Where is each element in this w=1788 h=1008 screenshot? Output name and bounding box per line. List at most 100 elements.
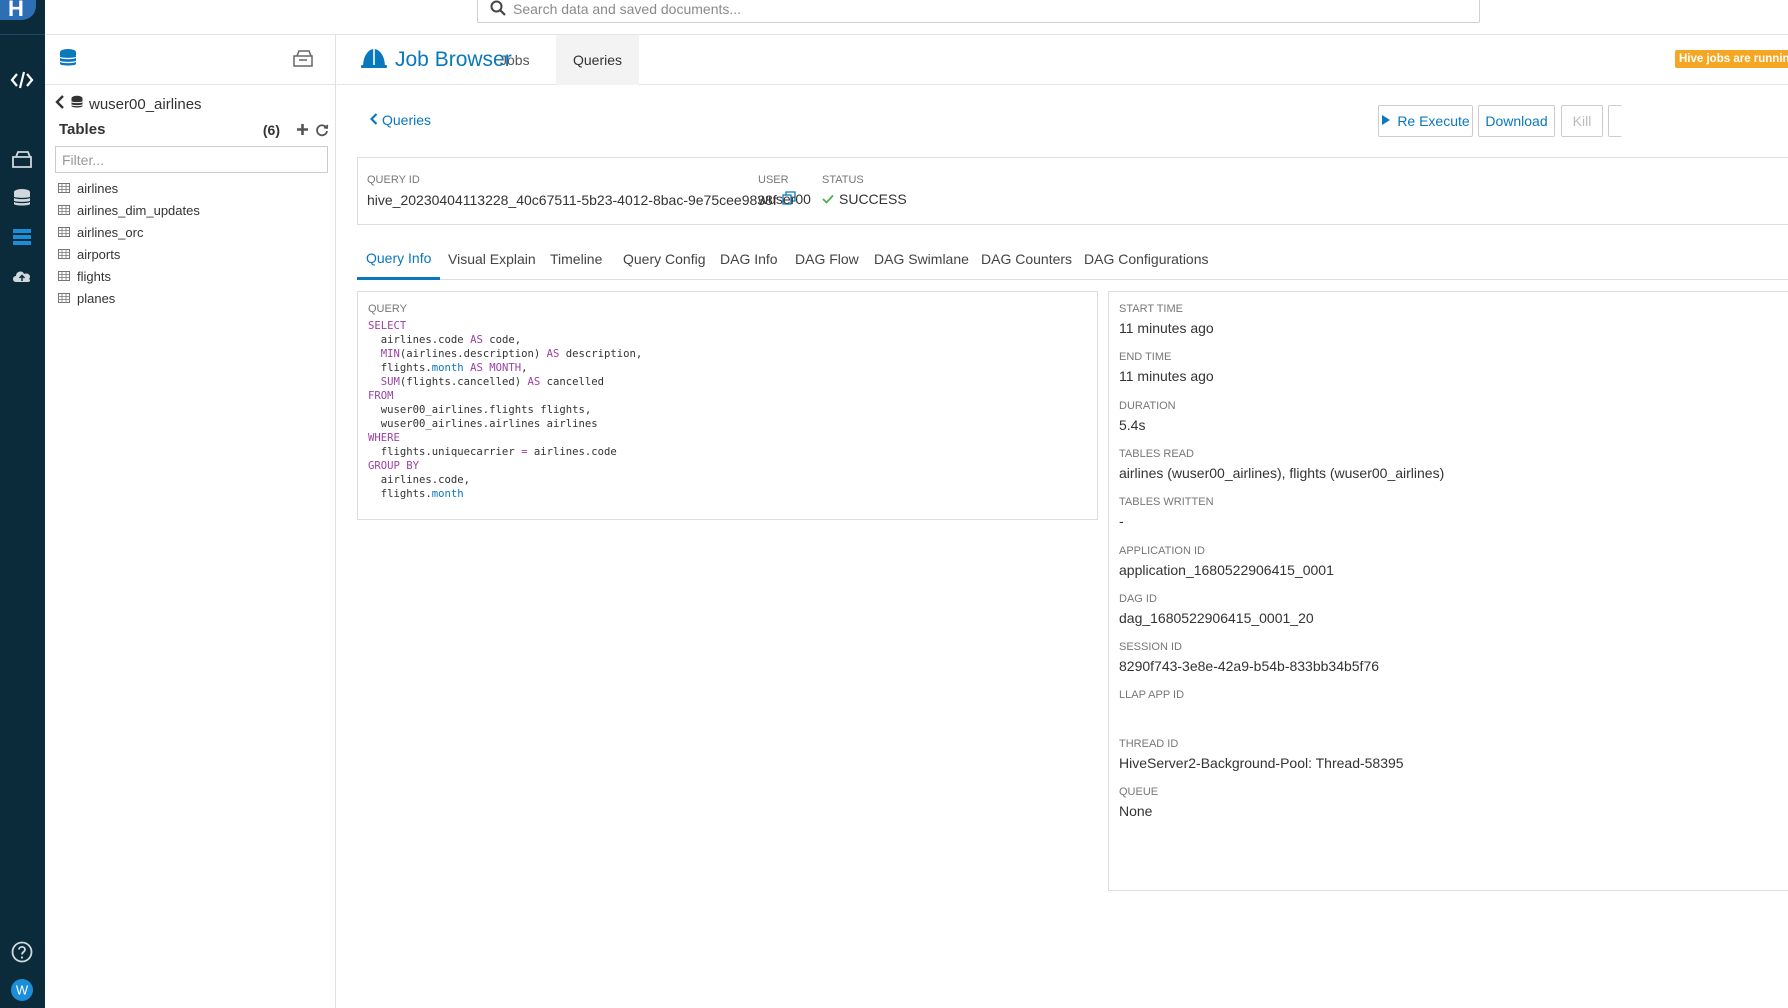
- app-rail: H W: [0, 0, 45, 1008]
- info-tables-written: TABLES WRITTEN -: [1119, 496, 1214, 529]
- info-value: 8290f743-3e8e-42a9-b54b-833bb34b5f76: [1119, 658, 1380, 675]
- nav-jobs[interactable]: Jobs: [486, 35, 544, 85]
- re-execute-button[interactable]: Re Execute: [1378, 105, 1473, 137]
- database-icon: [71, 95, 83, 113]
- chevron-left-icon[interactable]: [55, 95, 65, 113]
- table-icon: [58, 203, 70, 218]
- table-filter-input[interactable]: [55, 146, 328, 173]
- info-label: DURATION: [1119, 399, 1176, 412]
- documents-icon[interactable]: [7, 146, 37, 172]
- table-icon: [58, 181, 70, 196]
- user-avatar-icon[interactable]: W: [7, 977, 37, 1003]
- table-list: airlines airlines_dim_updates airlines_orc…: [58, 177, 200, 309]
- info-value: -: [1119, 513, 1124, 530]
- database-icon[interactable]: [59, 48, 77, 71]
- running-badge[interactable]: Hive jobs are running: [1675, 50, 1788, 68]
- query-text[interactable]: SELECT airlines.code AS code, MIN(airlin…: [368, 319, 1087, 501]
- check-icon: [822, 191, 834, 207]
- job-browser-header: Job Browser Jobs Queries Hive jobs are r…: [337, 35, 1788, 85]
- table-icon: [58, 225, 70, 240]
- info-thread-id: THREAD ID HiveServer2-Background-Pool: Th…: [1119, 738, 1404, 771]
- info-tables-read: TABLES READ airlines (wuser00_airlines), …: [1119, 448, 1444, 481]
- table-name: airlines: [77, 180, 119, 196]
- re-execute-label: Re Execute: [1397, 113, 1470, 129]
- database-breadcrumb[interactable]: wuser00_airlines: [55, 95, 202, 113]
- table-name: airlines_orc: [77, 224, 144, 240]
- tab-dag-flow[interactable]: DAG Flow: [795, 238, 859, 280]
- info-session-id: SESSION ID 8290f743-3e8e-42a9-b54b-833bb3…: [1119, 641, 1379, 674]
- info-label: THREAD ID: [1119, 737, 1179, 750]
- info-label: TABLES READ: [1119, 447, 1194, 460]
- query-info-panel: START TIME 11 minutes ago END TIME 11 minut…: [1108, 291, 1788, 891]
- nav-queries[interactable]: Queries: [556, 35, 640, 85]
- tab-dag-swimlane[interactable]: DAG Swimlane: [874, 238, 969, 280]
- chevron-left-icon: [369, 112, 378, 128]
- user-label: USER: [758, 174, 789, 186]
- detail-tabs: Query Info Visual Explain Timeline Query Co…: [357, 238, 1788, 280]
- info-start-time: START TIME 11 minutes ago: [1119, 303, 1214, 336]
- rail-divider: [0, 34, 45, 35]
- download-button[interactable]: Download: [1478, 105, 1555, 137]
- info-value: dag_1680522906415_0001_20: [1119, 609, 1314, 626]
- back-to-queries-link[interactable]: Queries: [369, 112, 431, 128]
- table-icon: [58, 291, 70, 306]
- table-list-item[interactable]: airports: [58, 243, 200, 265]
- info-value: airlines (wuser00_airlines), flights (wu…: [1119, 464, 1445, 481]
- tab-dag-info[interactable]: DAG Info: [720, 238, 778, 280]
- database-icon[interactable]: [7, 185, 37, 211]
- info-value: 5.4s: [1119, 416, 1146, 433]
- tables-header: Tables (6): [59, 121, 329, 138]
- search-input[interactable]: [513, 0, 1463, 21]
- status-value: SUCCESS: [839, 191, 907, 207]
- table-list-item[interactable]: planes: [58, 287, 200, 309]
- editor-icon[interactable]: [7, 67, 37, 93]
- help-icon[interactable]: [7, 939, 37, 965]
- plus-icon[interactable]: [296, 123, 309, 136]
- query-panel: QUERY SELECT airlines.code AS code, MIN(…: [357, 291, 1098, 520]
- hue-logo[interactable]: H: [0, 0, 36, 21]
- job-browser-logo-icon: [361, 47, 387, 72]
- query-id-value: hive_20230404113228_40c67511-5b23-4012-8…: [367, 191, 777, 208]
- table-icon: [58, 269, 70, 284]
- info-value: None: [1119, 803, 1153, 819]
- table-list-item[interactable]: flights: [58, 265, 200, 287]
- box-icon[interactable]: [292, 48, 314, 71]
- table-icon: [58, 247, 70, 262]
- tab-visual-explain[interactable]: Visual Explain: [448, 238, 536, 280]
- user-value: wuser00: [758, 191, 811, 207]
- info-label: TABLES WRITTEN: [1119, 496, 1214, 509]
- refresh-icon[interactable]: [315, 123, 329, 137]
- info-label: SESSION ID: [1119, 641, 1182, 654]
- user-field: USER wuser00: [758, 174, 811, 207]
- tab-dag-configurations[interactable]: DAG Configurations: [1084, 238, 1209, 280]
- assist-panel: wuser00_airlines Tables (6) airlinesairl…: [45, 35, 336, 1008]
- cloud-icon[interactable]: [7, 263, 37, 289]
- table-name: airlines_dim_updates: [77, 202, 200, 218]
- table-list-item[interactable]: airlines: [58, 177, 200, 199]
- jobs-icon[interactable]: [7, 224, 37, 250]
- global-search[interactable]: [477, 0, 1480, 23]
- more-button[interactable]: [1608, 105, 1622, 137]
- info-dag-id: DAG ID dag_1680522906415_0001_20: [1119, 593, 1314, 626]
- info-value: 11 minutes ago: [1119, 368, 1214, 385]
- table-name: planes: [77, 290, 116, 306]
- tab-dag-counters[interactable]: DAG Counters: [981, 238, 1072, 280]
- status-field: STATUS SUCCESS: [822, 174, 907, 207]
- database-name: wuser00_airlines: [89, 95, 202, 113]
- status-label: STATUS: [822, 174, 864, 186]
- svg-text:W: W: [16, 983, 29, 998]
- table-list-item[interactable]: airlines_dim_updates: [58, 199, 200, 221]
- top-bar: [45, 0, 1788, 35]
- info-label: APPLICATION ID: [1119, 544, 1205, 557]
- tab-timeline[interactable]: Timeline: [550, 238, 602, 280]
- tab-query-config[interactable]: Query Config: [623, 238, 705, 280]
- table-list-item[interactable]: airlines_orc: [58, 221, 200, 243]
- search-icon: [490, 0, 506, 19]
- kill-button[interactable]: Kill: [1561, 105, 1603, 137]
- assist-header: [45, 35, 335, 85]
- info-llap-app-id: LLAP APP ID: [1119, 689, 1184, 706]
- tab-query-info[interactable]: Query Info: [357, 238, 441, 280]
- tables-count: (6): [262, 121, 280, 138]
- info-label: START TIME: [1119, 303, 1183, 315]
- info-label: END TIME: [1119, 351, 1172, 364]
